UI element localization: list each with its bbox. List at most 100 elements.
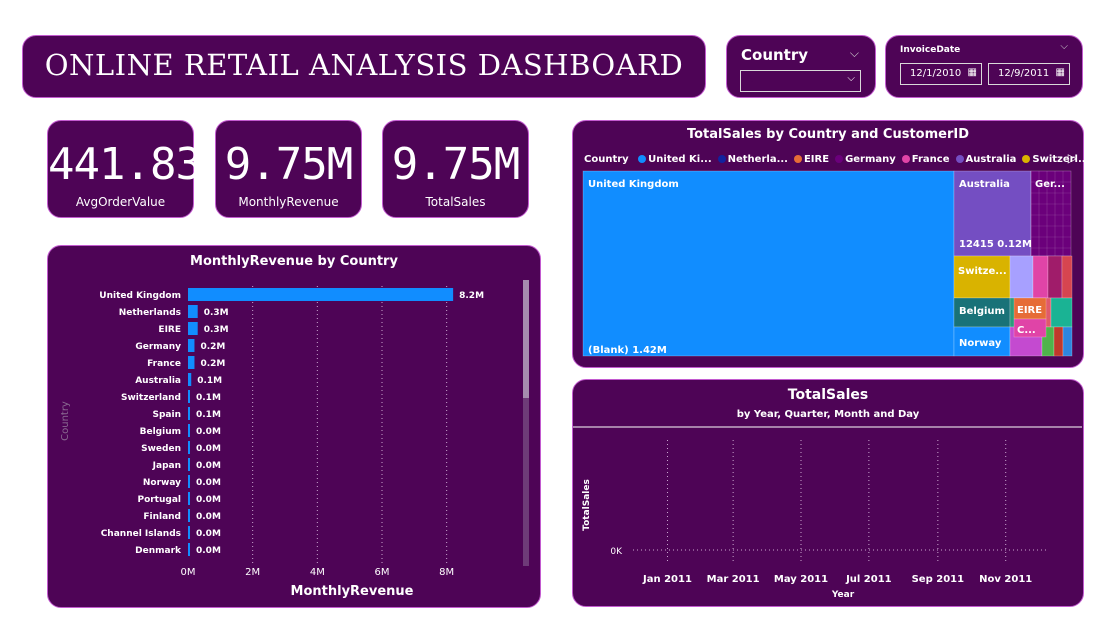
treemap-tile[interactable] xyxy=(1061,255,1073,299)
total-sales-card: 9.75M TotalSales xyxy=(382,120,529,218)
data-label: 0.2M xyxy=(200,342,225,352)
country-slicer[interactable]: Country ⌵ All ⌵ xyxy=(726,35,876,98)
treemap-label: C... xyxy=(1017,325,1036,336)
total-sales-label: TotalSales xyxy=(425,195,486,209)
treemap-label: Australia xyxy=(959,179,1010,190)
bar xyxy=(188,424,190,437)
category-label: France xyxy=(147,359,181,369)
category-label: Portugal xyxy=(137,495,181,505)
category-label: Switzerland xyxy=(121,393,181,403)
data-label: 0.0M xyxy=(196,427,221,437)
bar xyxy=(188,407,190,420)
total-sales-value: 9.75M xyxy=(391,139,520,190)
treemap-tile[interactable] xyxy=(1050,297,1073,328)
y-axis-title: TotalSales xyxy=(582,479,592,531)
data-label: 0.0M xyxy=(196,461,221,471)
x-tick-label: Mar 2011 xyxy=(707,574,760,585)
data-label: 0.0M xyxy=(196,529,221,539)
dropdown-arrow-icon[interactable]: ⌵ xyxy=(847,73,855,84)
category-label: Channel Islands xyxy=(101,529,181,539)
x-tick-label: 6M xyxy=(375,567,390,578)
y-tick-label: 0K xyxy=(610,547,623,557)
bar xyxy=(188,441,190,454)
bar xyxy=(188,288,454,301)
bar xyxy=(188,373,192,386)
country-slicer-label: Country xyxy=(741,46,809,64)
monthly-revenue-value: 9.75M xyxy=(224,139,353,190)
treemap-label: Ger... xyxy=(1035,179,1065,190)
treemap-tile[interactable] xyxy=(953,255,1011,299)
country-dropdown[interactable]: All ⌵ xyxy=(740,70,861,92)
data-label: 0.2M xyxy=(200,359,225,369)
treemap-tile[interactable] xyxy=(582,170,955,357)
invoice-date-label: InvoiceDate xyxy=(900,45,961,55)
invoice-date-slicer[interactable]: InvoiceDate ⌵ 12/1/2010 ▦ 12/9/2011 ▦ xyxy=(885,35,1083,98)
bar xyxy=(188,339,195,352)
page-title: ONLINE RETAIL ANALYSIS DASHBOARD xyxy=(44,48,684,82)
category-label: Sweden xyxy=(141,444,181,454)
treemap-tile[interactable] xyxy=(1009,255,1034,299)
treemap-value-label: 12415 0.12M xyxy=(959,239,1032,250)
treemap-value-label: (Blank) 1.42M xyxy=(588,345,667,356)
monthly-revenue-by-country-chart[interactable]: MonthlyRevenue by Country 0M 2M 4M 6M 8M Unit… xyxy=(47,245,541,608)
data-label: 0.0M xyxy=(196,495,221,505)
category-label: Norway xyxy=(143,478,181,488)
monthly-revenue-label: MonthlyRevenue xyxy=(238,195,339,209)
bar xyxy=(188,543,190,556)
treemap-label: EIRE xyxy=(1017,305,1042,316)
x-tick-label: 2M xyxy=(245,567,260,578)
treemap-label: Belgium xyxy=(959,306,1005,317)
end-date-input[interactable]: 12/9/2011 ▦ xyxy=(988,63,1070,85)
data-label: 0.0M xyxy=(196,478,221,488)
x-tick-label: Sep 2011 xyxy=(912,574,964,585)
x-tick-label: Jul 2011 xyxy=(845,574,892,585)
treemap-tile[interactable] xyxy=(1032,255,1049,299)
total-sales-line-chart[interactable]: TotalSales by Year, Quarter, Month and D… xyxy=(572,379,1084,607)
monthly-revenue-card: 9.75M MonthlyRevenue xyxy=(215,120,362,218)
category-label: Belgium xyxy=(140,427,181,437)
bar-chart-svg[interactable]: 0M 2M 4M 6M 8M United Kingdom 8.2M Netherlands 0… xyxy=(48,246,539,606)
category-label: Japan xyxy=(152,461,181,471)
category-label: Germany xyxy=(135,342,181,352)
bar xyxy=(188,526,190,539)
scrollbar-thumb[interactable] xyxy=(523,280,529,398)
treemap-tile[interactable] xyxy=(1047,255,1063,299)
data-label: 0.1M xyxy=(196,410,221,420)
category-label: Netherlands xyxy=(119,308,181,318)
avg-order-value-card: 441.83 AvgOrderValue xyxy=(47,120,202,218)
data-label: 0.1M xyxy=(196,393,221,403)
treemap-chart[interactable]: TotalSales by Country and CustomerID Cou… xyxy=(572,120,1089,368)
treemap-tile[interactable] xyxy=(1053,326,1064,357)
country-dropdown-value: All xyxy=(746,74,759,85)
bar xyxy=(188,390,190,403)
avg-order-value-label: AvgOrderValue xyxy=(75,195,166,209)
data-label: 0.0M xyxy=(196,546,221,556)
start-date-value: 12/1/2010 xyxy=(910,68,962,79)
chevron-down-icon[interactable]: ⌵ xyxy=(1060,41,1068,52)
data-label: 0.0M xyxy=(196,512,221,522)
title-box: ONLINE RETAIL ANALYSIS DASHBOARD xyxy=(22,35,706,98)
bar xyxy=(188,356,195,369)
bar xyxy=(188,458,190,471)
data-label: 0.1M xyxy=(197,376,222,386)
start-date-input[interactable]: 12/1/2010 ▦ xyxy=(900,63,982,85)
calendar-icon[interactable]: ▦ xyxy=(1056,67,1065,78)
category-label: Spain xyxy=(153,410,182,420)
calendar-icon[interactable]: ▦ xyxy=(968,67,977,78)
data-label: 0.3M xyxy=(204,325,229,335)
x-tick-label: 8M xyxy=(439,567,454,578)
data-label: 8.2M xyxy=(459,291,484,301)
chevron-down-icon[interactable]: ⌵ xyxy=(850,46,859,61)
line-chart-svg[interactable]: 0K50K100KJan 2011Mar 2011May 2011Jul 201… xyxy=(573,380,1082,605)
x-axis-title: MonthlyRevenue xyxy=(291,584,414,599)
bar xyxy=(188,322,198,335)
end-date-value: 12/9/2011 xyxy=(998,68,1050,79)
bar xyxy=(188,509,190,522)
bar xyxy=(188,305,198,318)
data-label: 0.0M xyxy=(196,444,221,454)
treemap-tile[interactable] xyxy=(1062,326,1073,357)
treemap-label: United Kingdom xyxy=(588,179,679,190)
category-label: United Kingdom xyxy=(99,291,181,301)
treemap-svg[interactable]: United Kingdom (Blank) 1.42M Australia 1241… xyxy=(573,121,1082,366)
x-tick-label: 4M xyxy=(310,567,325,578)
